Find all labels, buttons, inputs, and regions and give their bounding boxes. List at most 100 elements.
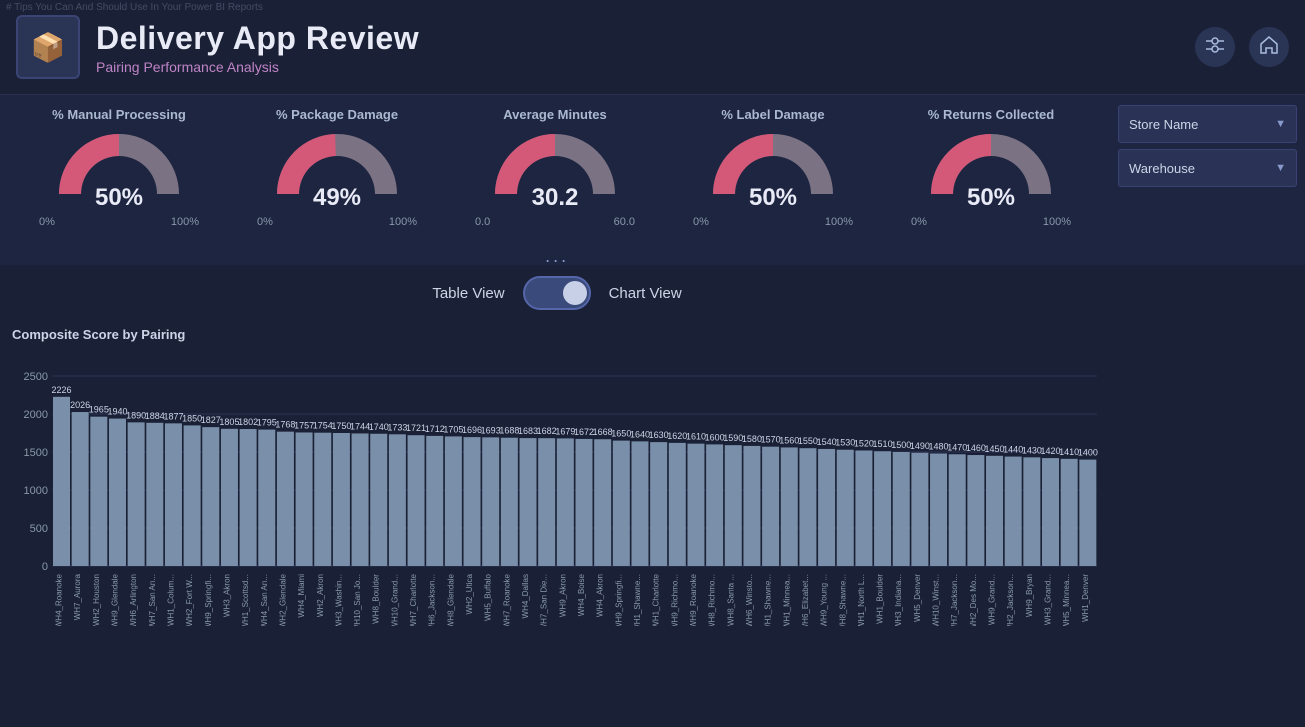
bar-1[interactable] — [72, 412, 89, 566]
bar-17[interactable] — [370, 434, 387, 566]
svg-text:2000: 2000 — [24, 409, 48, 421]
bar-52[interactable] — [1023, 457, 1040, 566]
bar-10[interactable] — [240, 429, 257, 566]
bar-54[interactable] — [1061, 459, 1078, 566]
gauge-value-2: 30.2 — [532, 184, 579, 212]
bar-45[interactable] — [893, 452, 910, 566]
svg-text:1705: 1705 — [443, 424, 463, 434]
gauge-max-2: 60.0 — [614, 216, 635, 228]
bar-9[interactable] — [221, 429, 238, 566]
bar-15[interactable] — [333, 433, 350, 566]
bar-4[interactable] — [128, 422, 145, 566]
svg-text:WH1_Colum...: WH1_Colum... — [166, 574, 175, 626]
svg-text:1884: 1884 — [145, 411, 165, 421]
svg-text:1560: 1560 — [779, 435, 799, 445]
bar-48[interactable] — [949, 454, 966, 566]
bar-32[interactable] — [650, 442, 667, 566]
bar-47[interactable] — [930, 454, 947, 566]
filter-label-warehouse: Warehouse — [1129, 161, 1195, 176]
bar-22[interactable] — [464, 437, 481, 566]
bar-12[interactable] — [277, 432, 294, 566]
bar-23[interactable] — [482, 437, 499, 566]
bar-11[interactable] — [258, 430, 275, 566]
svg-text:WH2_Jackson...: WH2_Jackson... — [1006, 574, 1015, 626]
bar-21[interactable] — [445, 436, 462, 566]
gauge-labels-3: 0%100% — [693, 216, 853, 228]
svg-text:1480: 1480 — [929, 442, 949, 452]
bar-8[interactable] — [202, 427, 219, 566]
bar-39[interactable] — [781, 447, 798, 566]
bar-2[interactable] — [90, 417, 107, 566]
bar-44[interactable] — [874, 451, 891, 566]
gauge-min-0: 0% — [39, 216, 55, 228]
gauge-value-3: 50% — [749, 184, 797, 212]
svg-text:WH2_Houston: WH2_Houston — [92, 574, 101, 626]
home-icon-button[interactable] — [1249, 27, 1289, 67]
bar-37[interactable] — [743, 446, 760, 566]
bar-51[interactable] — [1005, 457, 1022, 566]
toggle-switch[interactable] — [523, 276, 591, 310]
bar-20[interactable] — [426, 436, 443, 566]
bar-19[interactable] — [408, 435, 425, 566]
bar-14[interactable] — [314, 433, 331, 566]
bar-6[interactable] — [165, 423, 182, 566]
svg-text:1420: 1420 — [1041, 446, 1061, 456]
bar-49[interactable] — [967, 455, 984, 566]
bar-25[interactable] — [520, 438, 537, 566]
svg-text:WH8_Boulder: WH8_Boulder — [372, 574, 381, 624]
svg-text:1750: 1750 — [331, 421, 351, 431]
bar-7[interactable] — [184, 425, 201, 566]
svg-text:0: 0 — [42, 561, 48, 573]
bar-18[interactable] — [389, 434, 406, 566]
bar-55[interactable] — [1079, 460, 1096, 566]
svg-text:1590: 1590 — [723, 433, 743, 443]
filter-warehouse[interactable]: Warehouse▼ — [1118, 149, 1297, 187]
svg-text:1460: 1460 — [966, 443, 986, 453]
svg-text:WH7_Roanoke: WH7_Roanoke — [502, 573, 511, 626]
bar-31[interactable] — [631, 441, 648, 566]
bar-0[interactable] — [53, 397, 70, 566]
toggle-switch-container[interactable]: ··· — [523, 276, 591, 310]
bar-34[interactable] — [687, 444, 704, 566]
svg-text:1550: 1550 — [798, 436, 818, 446]
kpi-title-1: % Package Damage — [276, 107, 398, 122]
svg-text:WH4_Dallas: WH4_Dallas — [521, 574, 530, 618]
bar-29[interactable] — [594, 439, 611, 566]
gauge-min-4: 0% — [911, 216, 927, 228]
bar-27[interactable] — [557, 438, 574, 566]
svg-text:WH7_San An...: WH7_San An... — [148, 574, 157, 626]
bar-42[interactable] — [837, 450, 854, 566]
bar-35[interactable] — [706, 444, 723, 566]
bar-38[interactable] — [762, 447, 779, 566]
bar-16[interactable] — [352, 433, 369, 566]
bar-41[interactable] — [818, 449, 835, 566]
bar-33[interactable] — [669, 443, 686, 566]
gauge-min-3: 0% — [693, 216, 709, 228]
bar-53[interactable] — [1042, 458, 1059, 566]
bar-13[interactable] — [296, 432, 313, 566]
svg-text:1940: 1940 — [107, 407, 127, 417]
svg-text:1450: 1450 — [985, 444, 1005, 454]
svg-text:WH5_Denver: WH5_Denver — [913, 574, 922, 622]
bar-43[interactable] — [855, 450, 872, 566]
bar-46[interactable] — [911, 453, 928, 566]
svg-text:WH1_North L...: WH1_North L... — [857, 574, 866, 626]
svg-text:1688: 1688 — [499, 426, 519, 436]
bar-3[interactable] — [109, 419, 126, 566]
filter-store-name[interactable]: Store Name▼ — [1118, 105, 1297, 143]
bar-36[interactable] — [725, 445, 742, 566]
bar-50[interactable] — [986, 456, 1003, 566]
filter-label-store-name: Store Name — [1129, 117, 1198, 132]
svg-text:WH9_Roanoke: WH9_Roanoke — [689, 573, 698, 626]
gauge-labels-2: 0.060.0 — [475, 216, 635, 228]
bar-28[interactable] — [576, 439, 593, 566]
gauge-value-1: 49% — [313, 184, 361, 212]
bar-24[interactable] — [501, 438, 518, 566]
bar-26[interactable] — [538, 438, 555, 566]
bar-5[interactable] — [146, 423, 163, 566]
filter-icon-button[interactable] — [1195, 27, 1235, 67]
svg-text:2226: 2226 — [51, 385, 71, 395]
bar-30[interactable] — [613, 441, 630, 566]
bar-40[interactable] — [799, 448, 816, 566]
sidebar-filters: Store Name▼ Warehouse▼ — [1110, 95, 1305, 265]
